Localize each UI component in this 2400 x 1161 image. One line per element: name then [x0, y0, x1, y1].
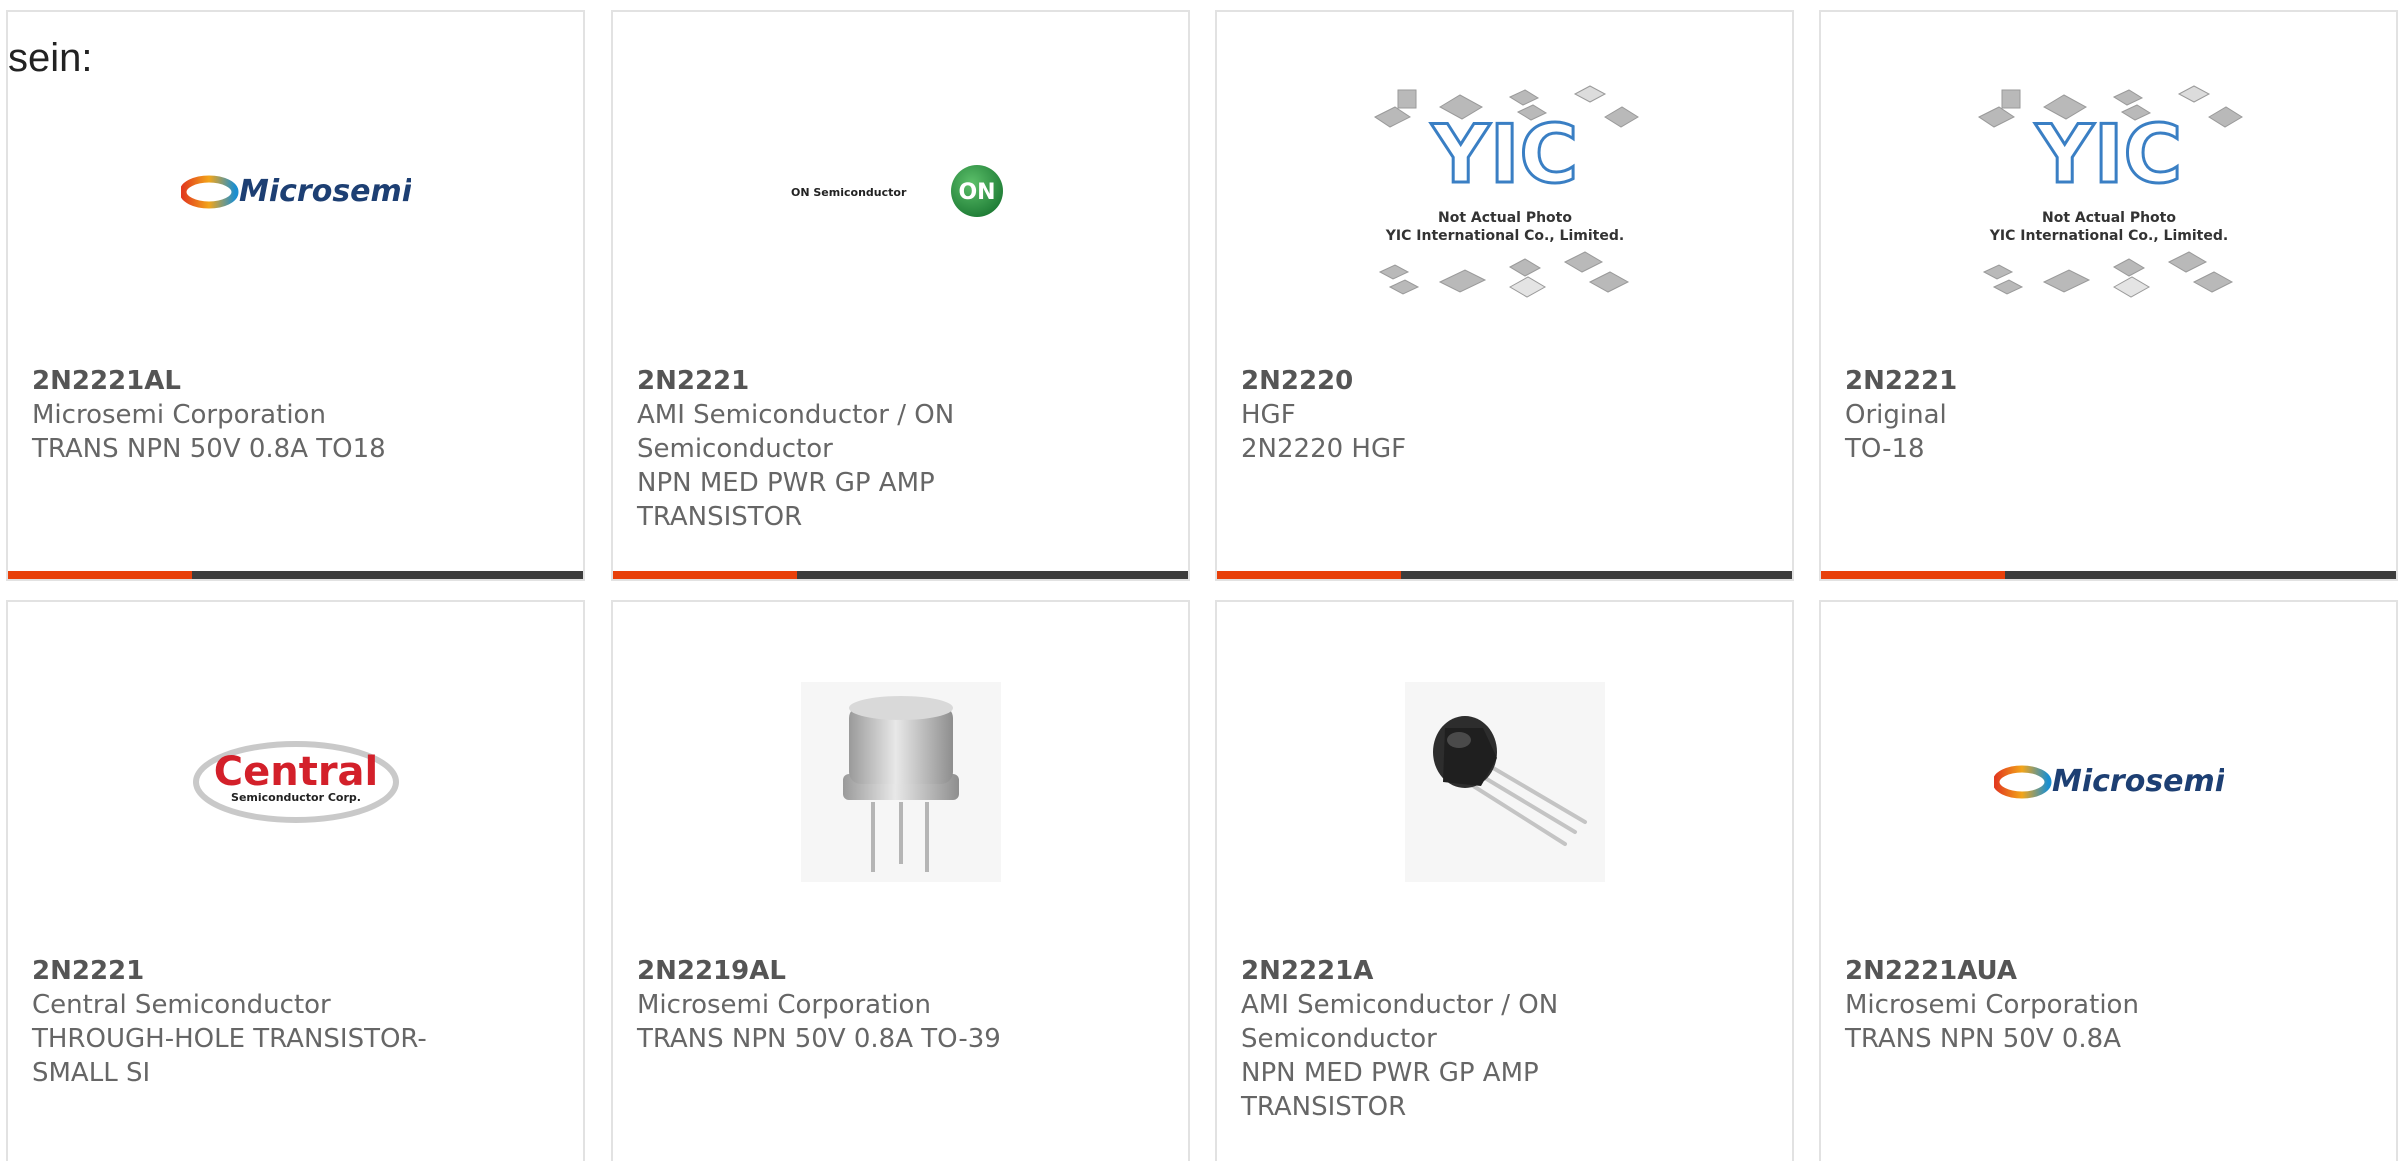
svg-text:ON: ON	[958, 180, 995, 205]
manufacturer: Central Semiconductor	[32, 990, 331, 1020]
product-card[interactable]: ON Semiconductor ON 2N2221 AMI Semicondu…	[611, 10, 1190, 581]
product-info: 2N2219AL Microsemi Corporation TRANS NPN…	[637, 954, 1164, 1056]
to39-transistor-photo	[800, 682, 1001, 882]
svg-text:Microsemi: Microsemi	[2052, 764, 2224, 799]
manufacturer: AMI Semiconductor / ON Semiconductor	[637, 400, 955, 464]
product-image[interactable]: Microsemi	[8, 72, 583, 312]
product-info: 2N2221 Original TO-18	[1845, 364, 2372, 466]
manufacturer: Original	[1845, 400, 1947, 430]
microsemi-logo: Microsemi	[1993, 764, 2224, 799]
product-card[interactable]: Microsemi 2N2221AUA Microsemi Corporatio…	[1819, 600, 2398, 1161]
product-card[interactable]: YIC Not Actual Photo YIC International C…	[1819, 10, 2398, 581]
svg-text:YIC International Co., Limited: YIC International Co., Limited.	[1384, 228, 1623, 244]
manufacturer: Microsemi Corporation	[637, 990, 931, 1020]
product-card[interactable]: 2N2221A AMI Semiconductor / ON Semicondu…	[1215, 600, 1794, 1161]
product-info: 2N2221 AMI Semiconductor / ON Semiconduc…	[637, 364, 1164, 534]
product-info: 2N2221AUA Microsemi Corporation TRANS NP…	[1845, 954, 2372, 1056]
manufacturer: Microsemi Corporation	[32, 400, 326, 430]
svg-text:Not Actual Photo: Not Actual Photo	[2042, 210, 2176, 226]
on-semiconductor-logo: ON Semiconductor ON	[791, 165, 1003, 217]
card-accent	[613, 571, 797, 579]
description: 2N2220 HGF	[1241, 434, 1407, 464]
product-card[interactable]: Central Semiconductor Corp. 2N2221 Centr…	[6, 600, 585, 1161]
product-image[interactable]: Microsemi	[1821, 662, 2396, 902]
description: NPN MED PWR GP AMP TRANSISTOR	[637, 468, 935, 532]
to92-transistor-photo	[1404, 682, 1605, 882]
card-accent	[1217, 571, 1401, 579]
svg-text:Central: Central	[213, 749, 378, 795]
product-image[interactable]: Central Semiconductor Corp.	[8, 662, 583, 902]
product-image[interactable]: ON Semiconductor ON	[613, 72, 1188, 312]
description: TO-18	[1845, 434, 1925, 464]
svg-text:Microsemi: Microsemi	[239, 174, 411, 209]
part-number[interactable]: 2N2221AUA	[1845, 954, 2372, 988]
part-number[interactable]: 2N2221	[637, 364, 1164, 398]
part-number[interactable]: 2N2220	[1241, 364, 1768, 398]
part-number[interactable]: 2N2219AL	[637, 954, 1164, 988]
card-accent	[1821, 571, 2005, 579]
description: THROUGH-HOLE TRANSISTOR-SMALL SI	[32, 1024, 427, 1088]
svg-text:Semiconductor Corp.: Semiconductor Corp.	[231, 791, 361, 804]
description: NPN MED PWR GP AMP TRANSISTOR	[1241, 1058, 1539, 1122]
card-bottom-bar	[8, 571, 583, 579]
product-info: 2N2221A AMI Semiconductor / ON Semicondu…	[1241, 954, 1768, 1124]
product-image[interactable]	[613, 662, 1188, 902]
description: TRANS NPN 50V 0.8A	[1845, 1024, 2122, 1054]
part-number[interactable]: 2N2221A	[1241, 954, 1768, 988]
svg-text:ON Semiconductor: ON Semiconductor	[791, 186, 907, 199]
product-card[interactable]: YIC Not Actual Photo YIC International C…	[1215, 10, 1794, 581]
description: TRANS NPN 50V 0.8A TO18	[32, 434, 386, 464]
product-image[interactable]: YIC Not Actual Photo YIC International C…	[1821, 72, 2396, 312]
part-number[interactable]: 2N2221	[32, 954, 559, 988]
product-image[interactable]	[1217, 662, 1792, 902]
part-number[interactable]: 2N2221AL	[32, 364, 559, 398]
svg-text:YIC: YIC	[1430, 108, 1577, 201]
central-semiconductor-logo: Central Semiconductor Corp.	[192, 741, 399, 823]
svg-text:YIC International Co., Limited: YIC International Co., Limited.	[1988, 228, 2227, 244]
product-card[interactable]: Microsemi 2N2221AL Microsemi Corporation…	[6, 10, 585, 581]
product-info: 2N2220 HGF 2N2220 HGF	[1241, 364, 1768, 466]
card-bottom-bar	[1821, 571, 2396, 579]
description: TRANS NPN 50V 0.8A TO-39	[637, 1024, 1001, 1054]
yic-placeholder-image: YIC Not Actual Photo YIC International C…	[1977, 85, 2243, 298]
manufacturer: Microsemi Corporation	[1845, 990, 2139, 1020]
yic-placeholder-image: YIC Not Actual Photo YIC International C…	[1373, 85, 1639, 298]
product-card[interactable]: 2N2219AL Microsemi Corporation TRANS NPN…	[611, 600, 1190, 1161]
card-bottom-bar	[1217, 571, 1792, 579]
product-info: 2N2221 Central Semiconductor THROUGH-HOL…	[32, 954, 559, 1090]
manufacturer: AMI Semiconductor / ON Semiconductor	[1241, 990, 1559, 1054]
microsemi-logo: Microsemi	[180, 174, 411, 209]
card-accent	[8, 571, 192, 579]
product-info: 2N2221AL Microsemi Corporation TRANS NPN…	[32, 364, 559, 466]
manufacturer: HGF	[1241, 400, 1296, 430]
svg-text:Not Actual Photo: Not Actual Photo	[1438, 210, 1572, 226]
svg-text:YIC: YIC	[2034, 108, 2181, 201]
product-grid-page: sein: Microsemi 2N2221AL Microsemi Corpo…	[0, 0, 2400, 1161]
card-bottom-bar	[613, 571, 1188, 579]
lead-text: sein:	[8, 36, 93, 80]
product-image[interactable]: YIC Not Actual Photo YIC International C…	[1217, 72, 1792, 312]
part-number[interactable]: 2N2221	[1845, 364, 2372, 398]
